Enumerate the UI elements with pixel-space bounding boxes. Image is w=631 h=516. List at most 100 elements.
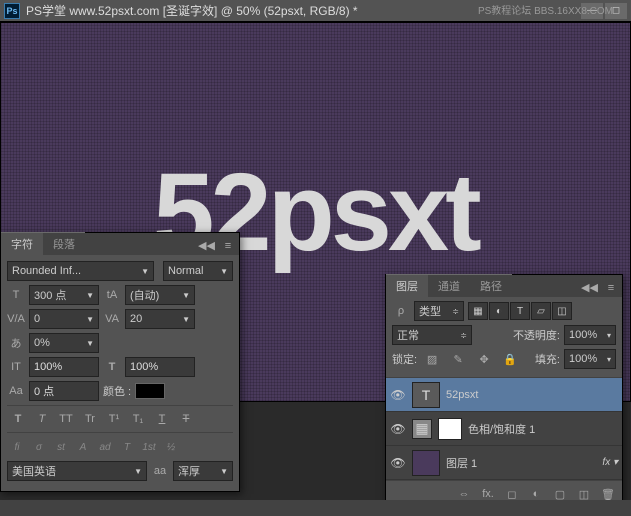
fill-field[interactable]: 100% ▾ [564,349,616,369]
antialias-dropdown[interactable]: 浑厚▼ [173,461,233,481]
tab-character[interactable]: 字符 [1,232,43,255]
underline-button[interactable]: T [151,410,173,428]
layer-row[interactable]: 👁 图层 1 fx ▾ [386,446,622,480]
ot-ligatures-button[interactable]: fi [7,439,27,455]
blend-mode-dropdown[interactable]: 正常≑ [392,325,472,345]
opacity-field[interactable]: 100%▾ [564,325,616,345]
lock-transparency-button[interactable]: ▨ [421,350,443,368]
filter-icon: ρ [392,305,410,317]
filter-kind-value: 类型 [419,303,441,319]
kerning-icon: V/A [7,313,25,325]
vscale-field[interactable]: 100% [29,357,99,377]
lock-label: 锁定: [392,351,417,367]
faux-italic-button[interactable]: T [31,410,53,428]
panel-menu-icon[interactable]: ≡ [600,279,622,297]
kerning-field[interactable]: 0▼ [29,309,99,329]
tab-paths[interactable]: 路径 [470,274,512,297]
leading-field[interactable]: (自动)▼ [125,285,195,305]
filter-smart-icon[interactable]: ◫ [552,302,572,320]
superscript-button[interactable]: T¹ [103,410,125,428]
tab-paragraph[interactable]: 段落 [43,232,85,255]
filter-type-icon[interactable]: T [510,302,530,320]
layer-name[interactable]: 色相/饱和度 1 [468,421,618,437]
fx-icon[interactable]: fx ▾ [602,457,618,468]
baseline-shift-field[interactable]: 0 点 [29,381,99,401]
vscale-icon: IT [7,361,25,373]
tracking-field[interactable]: 20 ▼ [125,309,195,329]
layer-name[interactable]: 图层 1 [446,455,596,471]
panel-menu-icon[interactable]: ≡ [217,237,239,255]
horizontal-scrollbar[interactable] [0,500,631,516]
faux-bold-button[interactable]: T [7,410,29,428]
visibility-toggle[interactable]: 👁 [390,422,406,436]
blend-mode-value: 正常 [397,327,419,343]
chevron-down-icon: ≑ [452,307,459,316]
layer-list: 👁 T 52psxt 👁 ▦ 色相/饱和度 1 👁 图层 1 fx ▾ [386,378,622,480]
fill-value: 100% [569,353,597,365]
chevron-down-icon: ▾ [607,355,611,364]
ot-stylistic-button[interactable]: ½ [161,439,181,455]
language-dropdown[interactable]: 美国英语 ▼ [7,461,147,481]
font-size-field[interactable]: 300 点 ▼ [29,285,99,305]
aa-icon: aa [151,465,169,477]
allcaps-button[interactable]: TT [55,410,77,428]
tsume-field[interactable]: 0%▼ [29,333,99,353]
filter-shape-icon[interactable]: ▱ [531,302,551,320]
visibility-toggle[interactable]: 👁 [390,388,406,402]
opacity-label: 不透明度: [513,327,560,343]
font-size-icon: T [7,289,25,301]
font-style-value: Normal [168,265,203,277]
strikethrough-button[interactable]: T [175,410,197,428]
lock-position-button[interactable]: ✥ [473,350,495,368]
chevron-down-icon: ▼ [86,315,94,324]
panel-collapse-icon[interactable]: ◀◀ [195,236,217,255]
layer-name[interactable]: 52psxt [446,389,618,401]
ot-fractions-button[interactable]: 1st [139,439,159,455]
chevron-down-icon: ▼ [182,291,190,300]
font-family-dropdown[interactable]: Rounded Inf... ▼ [7,261,154,281]
language-value: 美国英语 [12,463,56,479]
subscript-button[interactable]: T₁ [127,410,149,428]
filter-adjust-icon[interactable]: ◐ [489,302,509,320]
lock-all-button[interactable]: 🔒 [499,350,521,368]
hscale-icon: T [103,361,121,373]
smallcaps-button[interactable]: Tr [79,410,101,428]
layers-panel: 图层 通道 路径 ◀◀ ≡ ρ 类型≑ ▦ ◐ T ▱ ◫ 正常≑ 不透明度: … [385,274,623,508]
font-style-dropdown[interactable]: Normal ▼ [163,261,233,281]
visibility-toggle[interactable]: 👁 [390,456,406,470]
chevron-down-icon: ▼ [220,467,228,476]
kerning-value: 0 [34,313,40,325]
layer-mask-thumbnail [438,418,462,440]
chevron-down-icon: ▼ [141,267,149,276]
chevron-down-icon: ▼ [220,267,228,276]
panel-collapse-icon[interactable]: ◀◀ [578,278,600,297]
ot-ordinals-button[interactable]: T [117,439,137,455]
tab-layers[interactable]: 图层 [386,274,428,297]
ot-alternates-button[interactable]: A [73,439,93,455]
filter-kind-dropdown[interactable]: 类型 ≑ [414,301,464,321]
layer-thumbnail-text: T [412,382,440,408]
leading-icon: tA [103,289,121,301]
ot-contextual-button[interactable]: σ [29,439,49,455]
filter-pixel-icon[interactable]: ▦ [468,302,488,320]
lock-pixels-button[interactable]: ✎ [447,350,469,368]
app-icon: Ps [4,3,20,19]
text-color-swatch[interactable] [135,383,165,399]
fill-label: 填充: [535,351,560,367]
hscale-field[interactable]: 100% [125,357,195,377]
layer-thumbnail-adjustment: ▦ [412,419,432,439]
ot-swash-button[interactable]: st [51,439,71,455]
ot-titling-button[interactable]: ad [95,439,115,455]
font-family-value: Rounded Inf... [12,265,81,277]
watermark-text: PS教程论坛 BBS.16XX8.COM [478,2,613,17]
tracking-value: 20 [130,313,142,325]
scale-icon: あ [7,335,25,351]
tab-channels[interactable]: 通道 [428,274,470,297]
chevron-down-icon: ▼ [86,291,94,300]
chevron-down-icon: ▼ [134,467,142,476]
layer-row[interactable]: 👁 T 52psxt [386,378,622,412]
font-size-value: 300 点 [34,287,66,303]
chevron-down-icon: ▼ [182,315,190,324]
layer-row[interactable]: 👁 ▦ 色相/饱和度 1 [386,412,622,446]
layer-thumbnail [412,450,440,476]
